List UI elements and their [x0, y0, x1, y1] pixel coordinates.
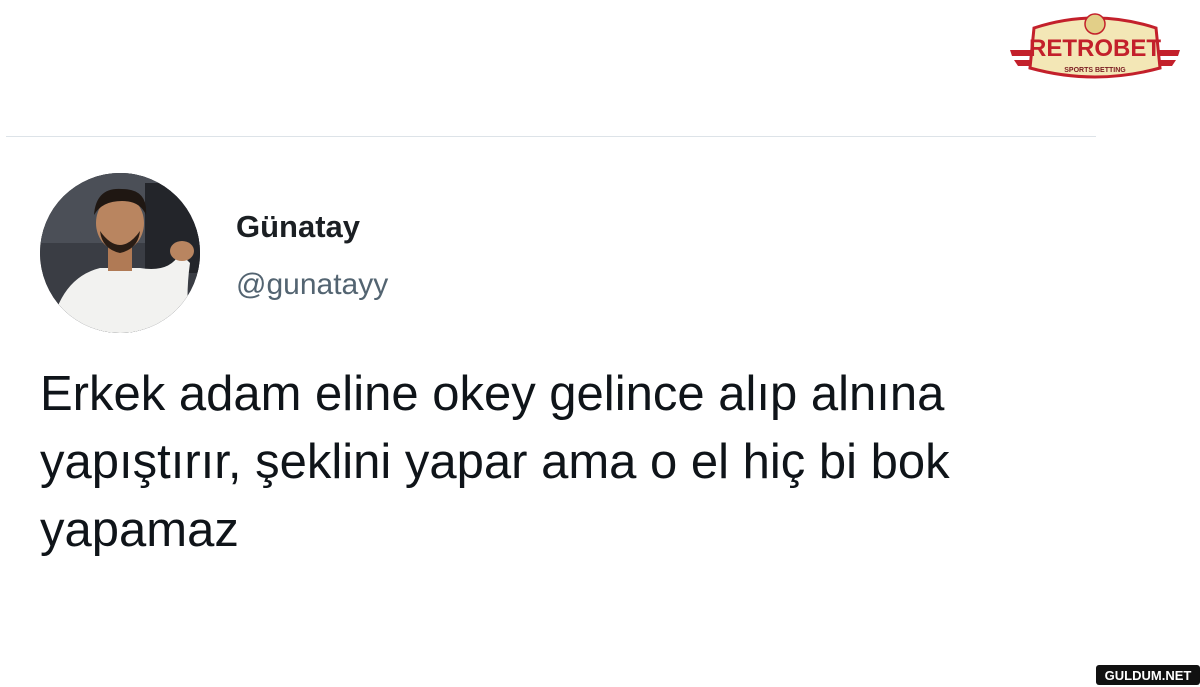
retrobet-logo: RETROBET SPORTS BETTING: [1010, 10, 1180, 86]
watermark-text: GULDUM.NET: [1105, 668, 1192, 683]
tweet-text: Erkek adam eline okey gelince alıp alnın…: [40, 367, 950, 557]
display-name[interactable]: Günatay: [236, 208, 360, 246]
logo-tagline: SPORTS BETTING: [1064, 67, 1126, 74]
avatar[interactable]: [40, 173, 200, 333]
guldum-watermark: GULDUM.NET: [1096, 665, 1200, 685]
user-handle[interactable]: @gunatayy: [236, 266, 388, 304]
header-divider: [6, 136, 1096, 137]
logo-wordmark: RETROBET: [1029, 35, 1161, 62]
